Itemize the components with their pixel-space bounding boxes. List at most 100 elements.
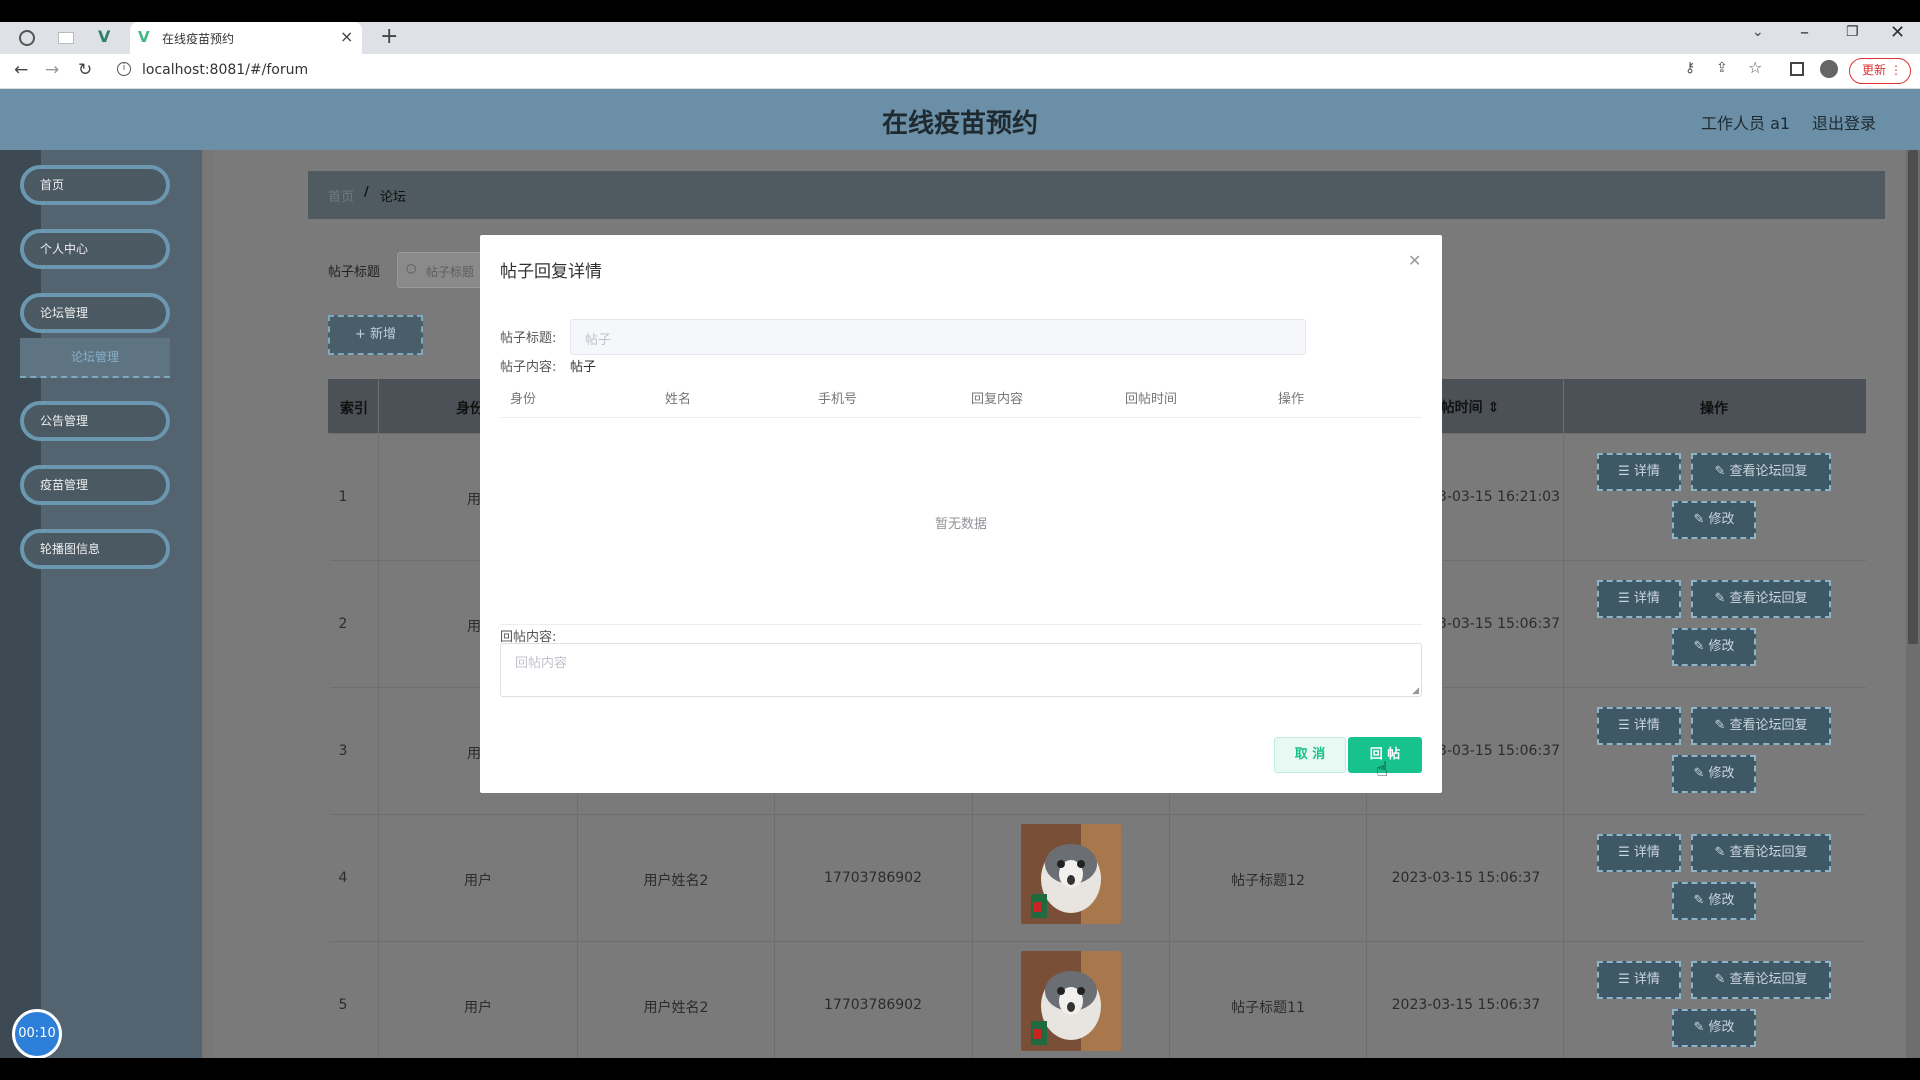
row-name: 用户姓名2 <box>643 873 709 889</box>
reply-content-input[interactable]: 回帖内容 ◢ <box>500 643 1422 697</box>
col-actions: 操作 <box>1278 392 1305 407</box>
edit-button[interactable]: ✎ 修改 <box>1672 755 1756 793</box>
reply-detail-dialog: 帖子回复详情 ✕ 帖子标题: 帖子 帖子内容: 帖子 身份 姓名 手机号 回复内… <box>480 235 1442 793</box>
resize-handle-icon[interactable]: ◢ <box>1412 686 1419 696</box>
cursor-hand-icon: ☝ <box>1376 757 1389 781</box>
search-placeholder: 帖子标题 <box>426 265 475 279</box>
back-icon[interactable]: ← <box>14 60 28 80</box>
browser-address-bar: ← → ↻ i localhost:8081/#/forum ⚷ ⇪ ☆ 更新 … <box>0 54 1920 89</box>
detail-button[interactable]: ☰ 详情 <box>1597 834 1681 872</box>
col-reply-time: 回帖时间 <box>1125 392 1178 407</box>
row-index: 1 <box>338 489 348 505</box>
edit-button[interactable]: ✎ 修改 <box>1672 628 1756 666</box>
browser-icon <box>19 30 35 46</box>
sidebar-item-profile[interactable]: 个人中心 <box>20 229 170 269</box>
row-title: 帖子标题11 <box>1231 1000 1305 1016</box>
sidebar-scrollbar[interactable] <box>202 150 213 1058</box>
table-header-time[interactable]: 帖时间 ⇕ <box>1430 397 1510 417</box>
row-title: 帖子标题12 <box>1231 873 1305 889</box>
tab-active[interactable]: V 在线疫苗预约 × <box>130 22 362 56</box>
tab-list-icon[interactable]: ⌄ <box>1752 24 1764 40</box>
view-replies-button[interactable]: ✎ 查看论坛回复 <box>1691 707 1831 745</box>
sidebar-item-vaccine-mgmt[interactable]: 疫苗管理 <box>20 465 170 505</box>
sidebar-item-label: 首页 <box>40 178 65 192</box>
sidebar-item-label: 论坛管理 <box>40 306 89 320</box>
col-divider <box>1563 378 1564 1058</box>
post-content-value: 帖子 <box>570 360 597 375</box>
sidebar-item-forum-mgmt[interactable]: 论坛管理 <box>20 293 170 333</box>
share-icon[interactable]: ⇪ <box>1716 60 1728 76</box>
sidebar-item-label: 公告管理 <box>40 414 89 428</box>
row-time: 2023-03-15 15:06:37 <box>1391 870 1541 886</box>
row-phone: 17703786902 <box>824 997 922 1013</box>
restore-icon[interactable]: ❐ <box>1846 24 1859 40</box>
sidebar-item-carousel[interactable]: 轮播图信息 <box>20 529 170 569</box>
page-scrollbar[interactable] <box>1906 150 1920 1058</box>
breadcrumb-home[interactable]: 首页 <box>328 186 354 205</box>
add-button[interactable]: + 新增 <box>328 315 423 355</box>
detail-button[interactable]: ☰ 详情 <box>1597 707 1681 745</box>
tab-close-icon[interactable]: × <box>340 27 353 46</box>
bookmark-star-icon[interactable]: ☆ <box>1748 58 1762 77</box>
breadcrumb: 首页 / 论坛 <box>308 171 1885 219</box>
cat-image <box>1021 824 1121 924</box>
search-label: 帖子标题 <box>328 265 381 280</box>
row-divider <box>330 814 1866 815</box>
edit-button[interactable]: ✎ 修改 <box>1672 882 1756 920</box>
view-replies-button[interactable]: ✎ 查看论坛回复 <box>1691 580 1831 618</box>
empty-text: 暂无数据 <box>934 517 987 532</box>
profile-icon[interactable] <box>1820 60 1838 78</box>
row-role: 用户 <box>464 1000 492 1016</box>
vue-tab-icon: V <box>138 28 150 46</box>
col-phone: 手机号 <box>818 392 858 407</box>
key-icon[interactable]: ⚷ <box>1685 60 1695 76</box>
sidepanel-icon[interactable] <box>1790 62 1804 76</box>
row-divider <box>330 941 1866 942</box>
sidebar-item-notice-mgmt[interactable]: 公告管理 <box>20 401 170 441</box>
logout-link[interactable]: 退出登录 <box>1812 110 1876 134</box>
sidebar-item-label: 疫苗管理 <box>40 478 89 492</box>
col-divider <box>378 378 379 1058</box>
update-label: 更新 <box>1862 63 1887 77</box>
row-index: 3 <box>338 743 348 759</box>
app-title: 在线疫苗预约 <box>881 109 1038 139</box>
minimize-icon[interactable]: – <box>1800 22 1809 43</box>
col-reply-content: 回复内容 <box>971 392 1024 407</box>
view-replies-button[interactable]: ✎ 查看论坛回复 <box>1691 834 1831 872</box>
screen-top-border <box>0 0 1920 22</box>
detail-button[interactable]: ☰ 详情 <box>1597 453 1681 491</box>
sidebar-subitem-forum-mgmt[interactable]: 论坛管理 <box>20 338 170 378</box>
search-input[interactable]: ○ 帖子标题 <box>397 252 482 288</box>
sidebar-item-label: 论坛管理 <box>70 350 119 364</box>
detail-button[interactable]: ☰ 详情 <box>1597 580 1681 618</box>
reply-placeholder: 回帖内容 <box>515 656 568 671</box>
search-icon: ○ <box>406 261 417 275</box>
update-button[interactable]: 更新 ⋮ <box>1849 58 1911 84</box>
tab-title: 在线疫苗预约 <box>162 32 235 46</box>
url-field[interactable]: localhost:8081/#/forum <box>142 62 308 78</box>
forward-icon[interactable]: → <box>45 60 59 80</box>
post-content-label: 帖子内容: <box>500 360 557 375</box>
close-window-icon[interactable]: ✕ <box>1890 22 1905 43</box>
edit-button[interactable]: ✎ 修改 <box>1672 1009 1756 1047</box>
row-index: 4 <box>338 870 348 886</box>
view-replies-button[interactable]: ✎ 查看论坛回复 <box>1691 961 1831 999</box>
blank-tab-icon[interactable] <box>58 32 74 44</box>
cancel-button[interactable]: 取 消 <box>1274 737 1346 773</box>
post-title-placeholder: 帖子 <box>585 333 612 348</box>
sidebar-strip <box>0 150 41 1058</box>
row-name: 用户姓名2 <box>643 1000 709 1016</box>
info-icon: i <box>117 62 131 76</box>
sidebar-item-home[interactable]: 首页 <box>20 165 170 205</box>
close-icon[interactable]: ✕ <box>1408 251 1421 270</box>
sidebar-item-label: 轮播图信息 <box>40 542 101 556</box>
table-header-index: 索引 <box>340 401 368 417</box>
detail-button[interactable]: ☰ 详情 <box>1597 961 1681 999</box>
row-role: 用户 <box>464 873 492 889</box>
view-replies-button[interactable]: ✎ 查看论坛回复 <box>1691 453 1831 491</box>
col-name: 姓名 <box>665 392 692 407</box>
reload-icon[interactable]: ↻ <box>78 60 92 80</box>
new-tab-icon[interactable]: + <box>380 24 398 49</box>
page-scrollbar-thumb[interactable] <box>1908 150 1918 644</box>
edit-button[interactable]: ✎ 修改 <box>1672 501 1756 539</box>
